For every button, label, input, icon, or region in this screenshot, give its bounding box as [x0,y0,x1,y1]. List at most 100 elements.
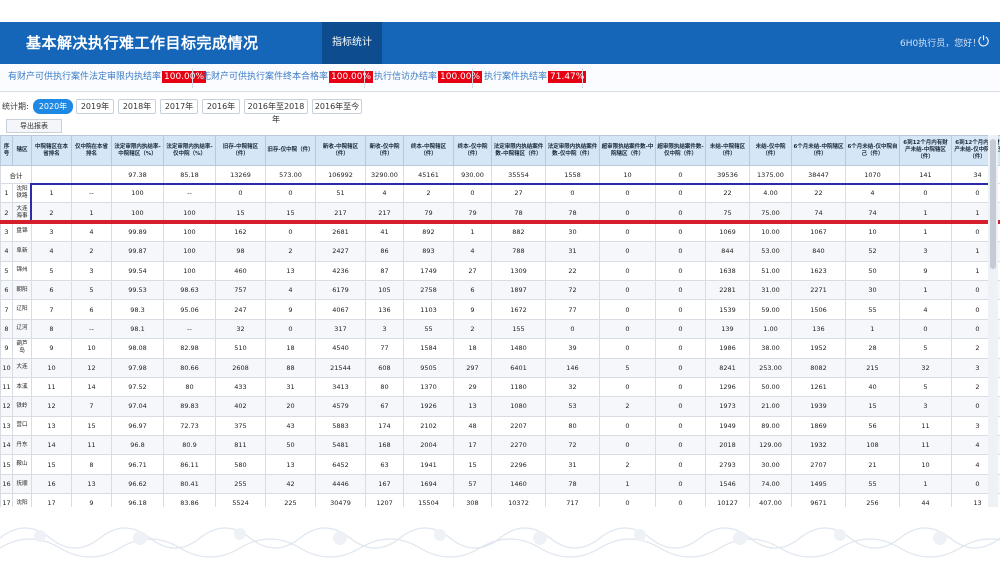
table-row[interactable]: 10 大连 10 12 97.98 80.66 2608 88 21544 608 9505 297 6… [0,357,1000,378]
area-cell: 朝阳 [12,279,32,301]
divider [192,68,193,88]
table-cell: 5 [71,279,112,301]
filter-label: 统计期: [2,102,29,111]
year-option-2016-now[interactable]: 2016年至今 [312,99,362,114]
table-cell: 86.11 [163,454,216,475]
table-cell: 167 [365,473,404,495]
table-row[interactable]: 17 沈阳 17 9 96.18 83.86 5524 225 30479 1207 15504 30… [0,493,1000,507]
table-cell: 95.06 [163,299,216,320]
table-cell: 10372 [491,493,546,507]
year-option-2020[interactable]: 2020年 [33,99,73,114]
table-row[interactable]: 12 铁岭 12 7 97.04 89.83 402 20 4579 67 1926 13 1080 53… [0,396,1000,417]
table-cell: 1207 [365,493,404,507]
table-row[interactable]: 3 盘锦 3 4 99.89 100 162 0 2681 41 892 1 882 30 0 0 1069 10… [0,221,1000,243]
year-option-2016-2018[interactable]: 2016年至2018年 [244,99,308,124]
table-cell: 0 [265,182,316,204]
year-option-2019[interactable]: 2019年 [76,99,114,114]
table-cell: 2281 [705,279,750,301]
table-row[interactable]: 14 丹东 14 11 96.8 80.9 811 50 5481 168 2004 17 2270 72… [0,435,1000,456]
table-cell: 510 [215,338,266,359]
table-cell: 13 [0,415,13,437]
table-cell: 1261 [791,376,846,398]
table-cell: 97.98 [111,357,164,378]
table-cell: 4 [845,182,900,204]
table-row[interactable]: 13 营口 13 15 96.97 72.73 375 43 5883 174 2102 48 2207… [0,415,1000,437]
power-icon[interactable]: ⏻ [978,33,989,51]
table-cell: 53.00 [749,241,792,262]
table-row[interactable]: 15 鞍山 15 8 96.71 86.11 580 13 6452 63 1941 15 2296 31… [0,454,1000,475]
year-option-2018[interactable]: 2018年 [118,99,156,114]
table-cell: 3 [71,260,112,281]
table-cell: 1 [899,473,952,495]
table-cell: 2 [599,454,656,475]
table-cell: 174 [365,415,404,437]
table-cell: 930.00 [453,165,492,184]
table-cell: 80.41 [163,473,216,495]
table-cell: 13 [265,260,316,281]
table-row[interactable]: 1 沈阳铁路 1 -- 100 -- 0 0 51 4 2 0 27 0 0 0 22 4.00 22 4 0 0 [0,182,1000,204]
table-cell: 5 [899,338,952,359]
table-cell: 1558 [545,165,600,184]
page-title: 基本解决执行难工作目标完成情况 [26,34,259,52]
table-cell: 72.73 [163,415,216,437]
vertical-scrollbar[interactable] [988,135,998,507]
table-cell: 573.00 [265,165,316,184]
table-cell: 15 [0,454,13,475]
table-cell: 2 [265,241,316,262]
table-cell: 297 [453,357,492,378]
table-cell: 1672 [491,299,546,320]
table-cell: 811 [215,435,266,456]
highlight-box-top [30,183,988,185]
table-cell: 225 [265,493,316,507]
table-cell: 18 [453,338,492,359]
divider [582,68,583,88]
year-option-2016[interactable]: 2016年 [202,99,240,114]
table-cell: 27 [491,182,546,204]
area-cell: 阜新 [12,241,32,262]
tab-indicator-stats[interactable]: 指标统计 [322,22,382,64]
table-cell: 1926 [403,396,454,417]
table-cell: 892 [403,221,454,243]
table-cell: 1.00 [749,318,792,340]
table-row[interactable]: 9 葫芦岛 9 10 98.08 82.98 510 18 4540 77 1584 18 1480 39… [0,338,1000,359]
table-cell: 17 [31,493,72,507]
table-cell: 136 [365,299,404,320]
scrollbar-thumb[interactable] [990,139,996,269]
highlight-box-left [30,183,32,223]
table-cell: 0 [655,454,706,475]
table-cell: 10127 [705,493,750,507]
table-cell: 0 [599,260,656,281]
table-cell: 1584 [403,338,454,359]
year-option-2017[interactable]: 2017年 [160,99,198,114]
table-row[interactable]: 11 本溪 11 14 97.52 80 433 31 3413 80 1370 29 1180 32 0 0… [0,376,1000,398]
export-report-button[interactable]: 导出报表 [6,119,62,133]
table-cell: 55 [845,473,900,495]
table-cell: 0 [655,241,706,262]
table-cell: 39536 [705,165,750,184]
stat-label: 执行信访办结率 [374,72,438,82]
table-cell: 52 [845,241,900,262]
table-cell: 146 [545,357,600,378]
table-row[interactable]: 5 锦州 5 3 99.54 100 460 13 4236 87 1749 27 1309 22 0 0 16… [0,260,1000,281]
table-cell: 1869 [791,415,846,437]
column-header: 法定审限内执结案件数-中院辖区（件） [491,135,546,166]
table-cell: 4 [31,241,72,262]
table-cell: 3 [31,221,72,243]
table-cell: 32 [215,318,266,340]
table-cell: 7 [31,299,72,320]
table-cell: 77 [545,299,600,320]
table-cell: 40 [845,376,900,398]
table-row[interactable]: 8 辽河 8 -- 98.1 -- 32 0 317 3 55 2 155 0 0 0 139 1.00 136 1 0… [0,318,1000,340]
table-cell: 6401 [491,357,546,378]
table-cell: 11 [0,376,13,398]
table-row[interactable]: 4 阜新 4 2 99.87 100 98 2 2427 86 893 4 788 31 0 0 844 53.0… [0,241,1000,262]
table-cell: 88 [265,357,316,378]
table-row[interactable]: 7 辽阳 7 6 98.3 95.06 247 9 4067 136 1103 9 1672 77 0 0 15… [0,299,1000,320]
table-row[interactable]: 16 抚顺 16 13 96.62 80.41 255 42 4446 167 1694 57 1460… [0,473,1000,495]
table-row[interactable]: 6 朝阳 6 5 99.53 98.63 757 4 6179 105 2758 6 1897 72 0 0 2… [0,279,1000,301]
table-cell: 0 [655,396,706,417]
table-cell: 48 [453,415,492,437]
table-cell: 15 [453,454,492,475]
column-header: 6个月未结-中院辖区（件） [791,135,846,166]
table-cell: 5 [31,260,72,281]
